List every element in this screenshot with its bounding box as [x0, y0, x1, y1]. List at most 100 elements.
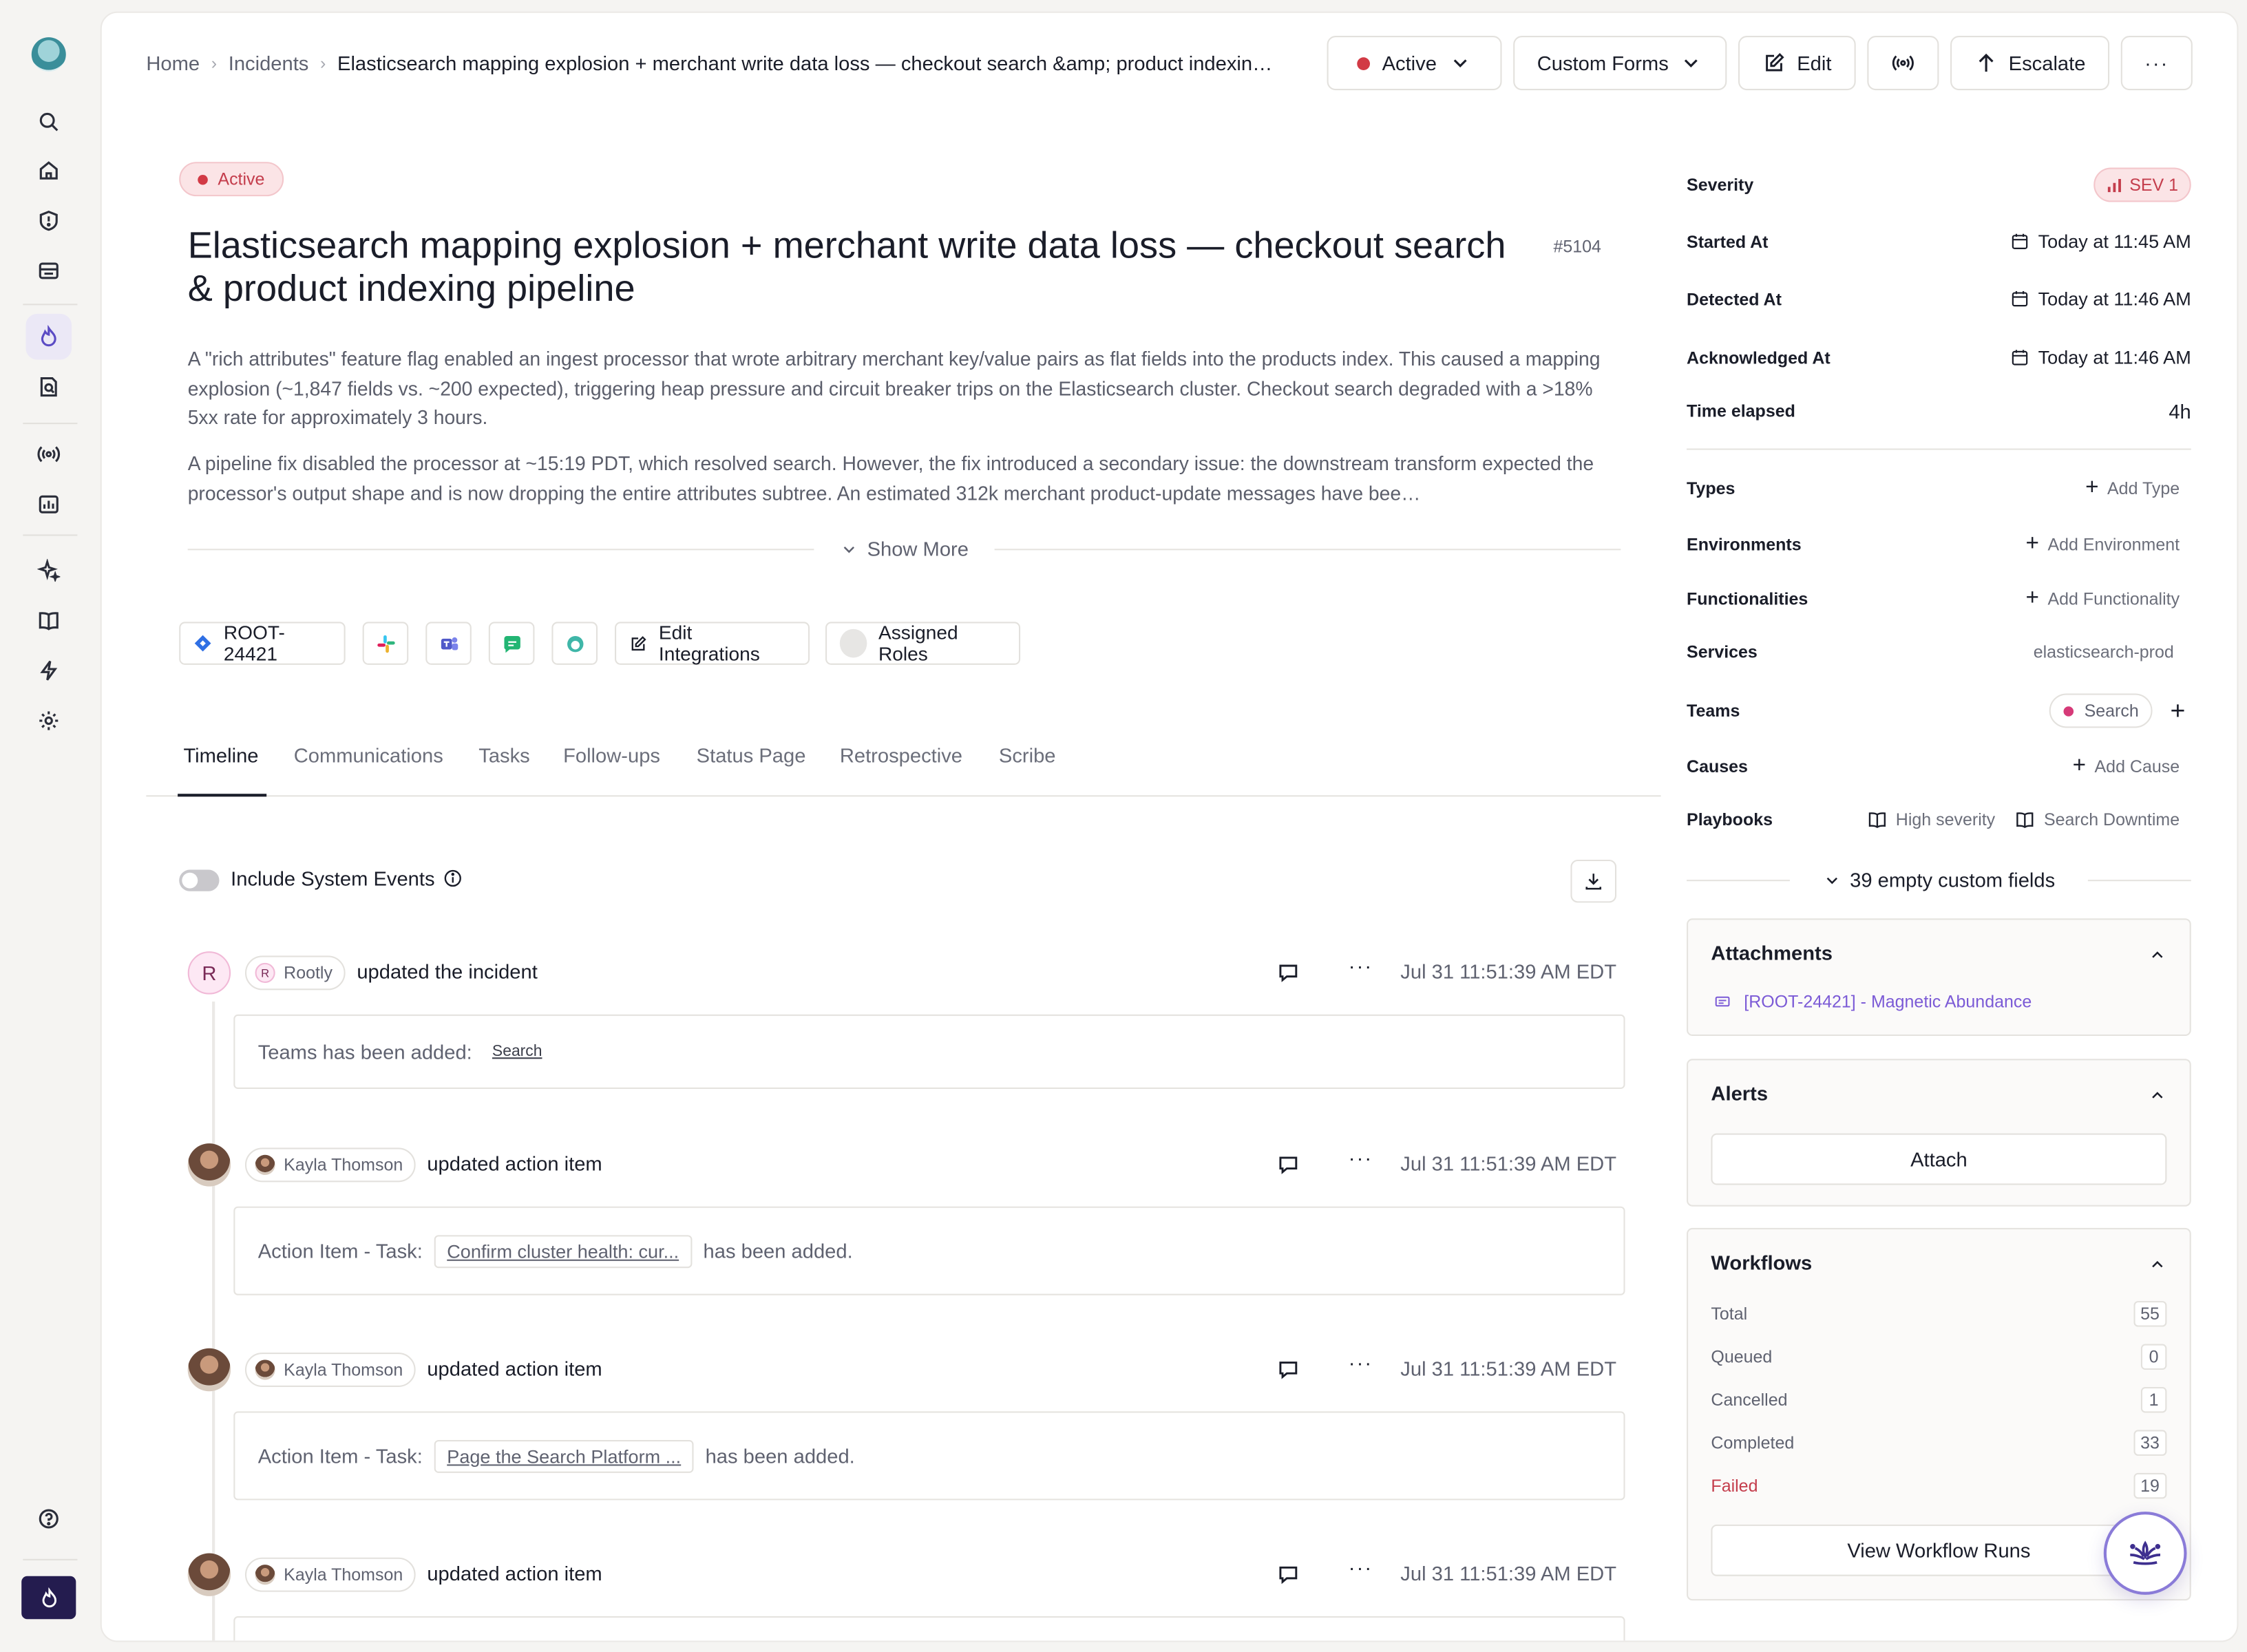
system-events-toggle[interactable]: [179, 869, 220, 891]
edit-button[interactable]: Edit: [1738, 36, 1856, 91]
team-pill[interactable]: Search: [2049, 693, 2153, 728]
breadcrumb-incidents[interactable]: Incidents: [229, 52, 309, 74]
tab-retrospective[interactable]: Retrospective: [840, 743, 962, 766]
chevron-up-icon[interactable]: [2148, 1086, 2166, 1105]
ai-sparkle-icon[interactable]: [32, 553, 66, 587]
started-value[interactable]: Today at 11:45 AM: [2011, 231, 2191, 252]
actor-chip[interactable]: Kayla Thomson: [244, 1557, 416, 1592]
playbook-search-downtime[interactable]: Search Downtime: [2015, 809, 2180, 829]
edit-integrations-button[interactable]: Edit Integrations: [615, 622, 810, 665]
chat-integration[interactable]: [488, 622, 535, 665]
analytics-icon[interactable]: [32, 487, 66, 522]
gear-icon[interactable]: [32, 703, 66, 738]
divider: [2087, 879, 2191, 881]
workflow-row-failed: Failed 19: [1711, 1472, 2167, 1499]
tab-tasks[interactable]: Tasks: [478, 743, 530, 766]
more-options-button[interactable]: ···: [2120, 36, 2193, 91]
service-value[interactable]: elasticsearch-prod: [2034, 642, 2174, 662]
comment-icon[interactable]: [1277, 962, 1300, 984]
detected-label: Detected At: [1687, 288, 1782, 309]
workflow-row-count: 55: [2133, 1301, 2167, 1327]
avatar: [187, 1143, 231, 1187]
acknowledged-value[interactable]: Today at 11:46 AM: [2011, 347, 2191, 368]
attachment-name: [ROOT-24421] - Magnetic Abundance: [1744, 991, 2032, 1012]
tab-timeline[interactable]: Timeline: [183, 743, 258, 766]
search-icon[interactable]: [32, 105, 66, 139]
add-environment-button[interactable]: + Add Environment: [2026, 531, 2180, 557]
actor-avatar: [255, 1154, 275, 1175]
playbook-high-severity[interactable]: High severity: [1867, 809, 1995, 829]
severity-label: Severity: [1687, 174, 1754, 195]
custom-fields-label: 39 empty custom fields: [1850, 868, 2056, 891]
team-link[interactable]: Search: [492, 1043, 542, 1060]
action-item-link[interactable]: Page the Search Platform ...: [434, 1439, 694, 1472]
download-button[interactable]: [1570, 859, 1617, 903]
event-detail: Action Item - Task: Page the Search Plat…: [233, 1411, 1625, 1501]
workflow-row-count: 33: [2133, 1430, 2167, 1456]
jira-issue-chip[interactable]: ROOT-24421: [179, 622, 346, 665]
home-icon[interactable]: [32, 153, 66, 188]
chevron-up-icon[interactable]: [2148, 1255, 2166, 1273]
retrospective-icon[interactable]: [32, 370, 66, 404]
attachment-item[interactable]: [ROOT-24421] - Magnetic Abundance: [1714, 991, 2032, 1012]
tab-follow-ups[interactable]: Follow-ups: [563, 743, 660, 766]
lightning-icon[interactable]: [32, 653, 66, 688]
rootly-logo[interactable]: [31, 37, 66, 72]
started-label: Started At: [1687, 231, 1769, 252]
show-more-button[interactable]: Show More: [814, 538, 995, 560]
actor-avatar: R: [255, 962, 275, 983]
add-cause-button[interactable]: + Add Cause: [2073, 754, 2180, 779]
event-time: Jul 31 11:51:39 AM EDT: [1400, 1152, 1617, 1175]
comment-icon[interactable]: [1277, 1358, 1300, 1381]
custom-fields-toggle[interactable]: 39 empty custom fields: [1790, 868, 2088, 891]
incidents-icon[interactable]: [25, 313, 72, 360]
tab-scribe[interactable]: Scribe: [999, 743, 1056, 766]
ai-assistant-button[interactable]: [2103, 1512, 2187, 1595]
actor-chip[interactable]: Kayla Thomson: [244, 1353, 416, 1387]
escalate-button[interactable]: Escalate: [1950, 36, 2110, 91]
catalog-icon[interactable]: [32, 253, 66, 288]
calendar-icon: [2012, 291, 2028, 307]
chevron-up-icon[interactable]: [2148, 946, 2166, 964]
actor-avatar: [255, 1565, 275, 1585]
actor-chip[interactable]: Kayla Thomson: [244, 1147, 416, 1183]
slack-integration[interactable]: [362, 622, 409, 665]
status-integration[interactable]: [551, 622, 598, 665]
action-item-link[interactable]: Confirm cluster health: cur...: [434, 1234, 692, 1268]
broadcast-button[interactable]: [1867, 36, 1939, 91]
add-type-button[interactable]: + Add Type: [2085, 476, 2180, 501]
broadcast-icon[interactable]: [32, 437, 66, 472]
custom-forms-dropdown[interactable]: Custom Forms: [1513, 36, 1727, 91]
more-icon[interactable]: ···: [1349, 954, 1373, 977]
assigned-roles-button[interactable]: Assigned Roles: [825, 622, 1021, 665]
comment-icon[interactable]: [1277, 1154, 1300, 1176]
chat-icon: [503, 635, 520, 653]
add-functionality-button[interactable]: + Add Functionality: [2026, 586, 2180, 611]
actor-chip[interactable]: R Rootly: [244, 955, 346, 991]
comment-icon[interactable]: [1277, 1563, 1300, 1586]
more-icon[interactable]: ···: [1349, 1351, 1373, 1374]
status-dot: [1358, 56, 1371, 70]
more-icon[interactable]: ···: [1349, 1146, 1373, 1169]
detected-value[interactable]: Today at 11:46 AM: [2011, 288, 2191, 310]
rootly-app-icon[interactable]: [21, 1576, 76, 1620]
info-icon[interactable]: [443, 868, 463, 888]
workflow-row-count: 19: [2133, 1472, 2167, 1499]
divider: [1687, 448, 2191, 450]
help-icon[interactable]: [32, 1502, 66, 1536]
teams-integration[interactable]: [425, 622, 472, 665]
attach-alert-button[interactable]: Attach: [1711, 1133, 2167, 1185]
calendar-icon: [2012, 233, 2028, 249]
tab-communications[interactable]: Communications: [294, 743, 443, 766]
attachments-card: Attachments [ROOT-24421] - Magnetic Abun…: [1687, 918, 2191, 1036]
add-team-button[interactable]: +: [2171, 696, 2186, 726]
status-dropdown[interactable]: Active: [1327, 36, 1502, 91]
breadcrumb-home[interactable]: Home: [146, 52, 200, 74]
severity-badge[interactable]: SEV 1: [2093, 167, 2191, 202]
more-icon[interactable]: ···: [1349, 1556, 1373, 1579]
view-workflow-runs-button[interactable]: View Workflow Runs: [1711, 1524, 2167, 1576]
book-icon[interactable]: [32, 603, 66, 637]
tab-status-page[interactable]: Status Page: [697, 743, 806, 766]
rail-divider: [23, 534, 78, 536]
shield-icon[interactable]: [32, 204, 66, 238]
